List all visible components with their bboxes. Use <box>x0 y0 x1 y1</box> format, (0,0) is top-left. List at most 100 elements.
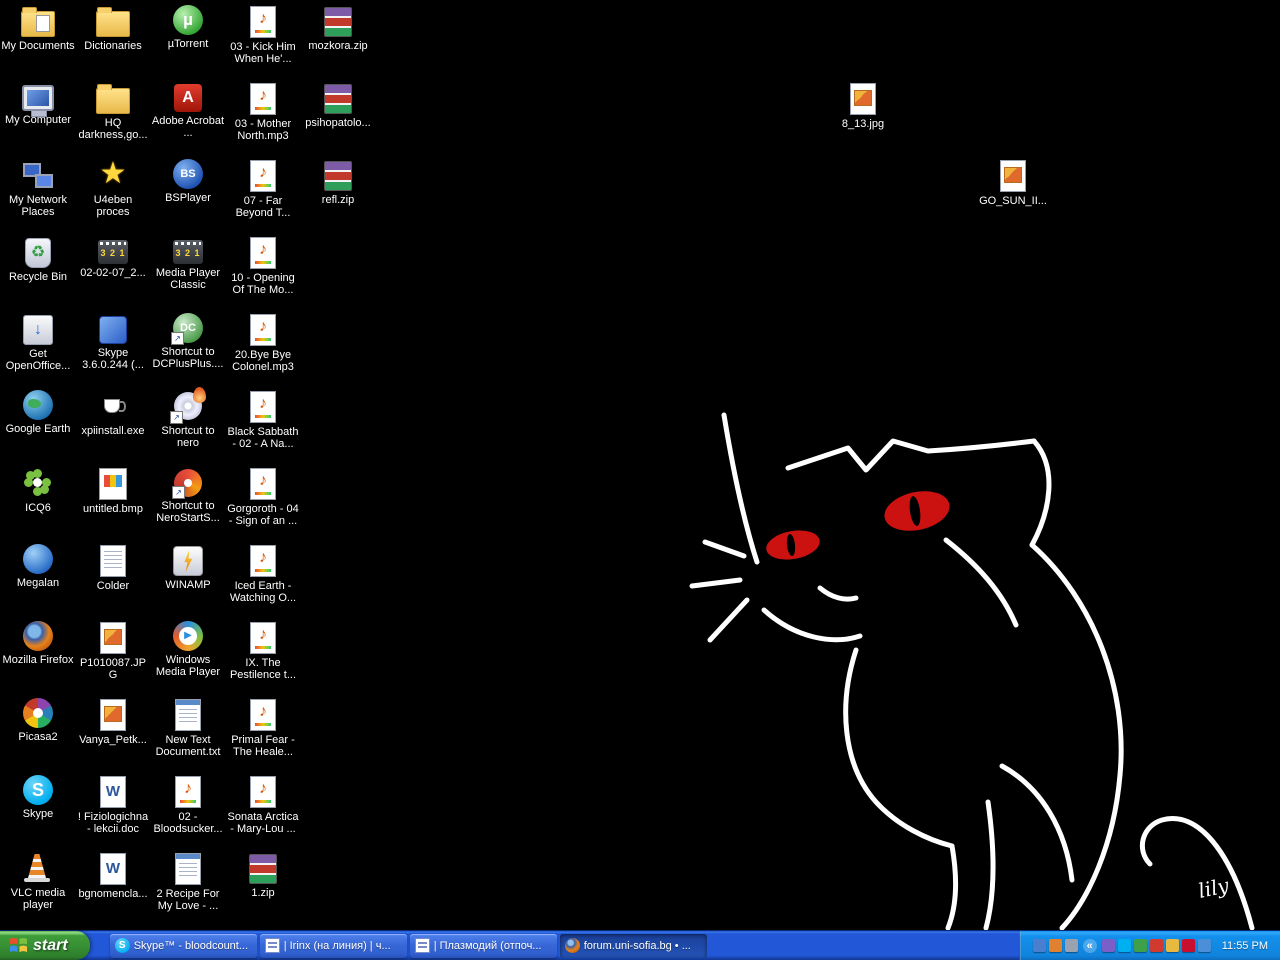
icq-icon <box>22 467 54 499</box>
taskbar-button-irinx[interactable]: | Irinx (на линия) | ч... <box>260 934 407 958</box>
cube-icon <box>99 316 127 344</box>
task-label: forum.uni-sofia.bg • ... <box>584 940 691 952</box>
page-icon <box>415 938 430 953</box>
taskbar-button-item[interactable]: | Плазмодий (отпоч... <box>410 934 557 958</box>
tray-icon-gray-app[interactable] <box>1065 939 1078 952</box>
desktop-icon-torrent[interactable]: µTorrent <box>151 5 225 50</box>
desktop-icon-psihopatolo[interactable]: psihopatolo... <box>301 82 375 129</box>
desktop-icon-skype[interactable]: Skype <box>1 775 75 820</box>
desktop-icon-shortcut-to-dcplusplus[interactable]: ↗Shortcut to DCPlusPlus.... <box>151 313 225 370</box>
desktop-icon-02-bloodsucker[interactable]: 02 - Bloodsucker... <box>151 775 225 835</box>
desktop-icon-8-13-jpg[interactable]: 8_13.jpg <box>826 82 900 130</box>
desktop-icon-p1010087-jpg[interactable]: P1010087.JPG <box>76 621 150 681</box>
desktop-icon-vlc-media-player[interactable]: VLC media player <box>1 852 75 911</box>
taskbar-button-skype-bloodcount[interactable]: Skype™ - bloodcount... <box>110 934 257 958</box>
desktop-icon-new-text-document-txt[interactable]: New Text Document.txt <box>151 698 225 758</box>
desktop-icon-20-bye-bye-colonel-mp3[interactable]: 20.Bye Bye Colonel.mp3 <box>226 313 300 373</box>
tray-icon-orange-app[interactable] <box>1049 939 1062 952</box>
tray-icon-purple-app[interactable] <box>1102 939 1115 952</box>
picasa-icon <box>23 698 53 728</box>
desktop-icon-dictionaries[interactable]: Dictionaries <box>76 5 150 52</box>
vlc-icon <box>22 852 54 884</box>
desktop-icon-go-sun-ii[interactable]: GO_SUN_II... <box>976 159 1050 207</box>
desktop-icon-bgnomencla[interactable]: bgnomencla... <box>76 852 150 900</box>
skype-icon <box>23 775 53 805</box>
desktop-icon-my-network-places[interactable]: My Network Places <box>1 159 75 218</box>
word-icon <box>100 776 126 808</box>
desktop-icon-iced-earth-watching-o[interactable]: Iced Earth - Watching O... <box>226 544 300 604</box>
bsplayer-icon <box>173 159 203 189</box>
desktop-icon-03-mother-north-mp3[interactable]: 03 - Mother North.mp3 <box>226 82 300 142</box>
desktop-icon-untitled-bmp[interactable]: untitled.bmp <box>76 467 150 515</box>
icon-label: 03 - Kick Him When He'... <box>226 41 300 65</box>
tray-icon-red-app[interactable] <box>1150 939 1163 952</box>
tray-icon-yellow-app[interactable] <box>1166 939 1179 952</box>
tray-icon-bp[interactable] <box>1182 939 1195 952</box>
tray-icon-blue-app[interactable] <box>1033 939 1046 952</box>
desktop-icon-windows-media-player[interactable]: Windows Media Player <box>151 621 225 678</box>
desktop-icon-adobe-acrobat[interactable]: Adobe Acrobat ... <box>151 82 225 139</box>
audio-icon <box>250 545 276 577</box>
desktop-icon-winamp[interactable]: WINAMP <box>151 544 225 591</box>
desktop-icon-mozilla-firefox[interactable]: Mozilla Firefox <box>1 621 75 666</box>
java-icon <box>97 390 129 422</box>
image-icon <box>100 699 126 731</box>
taskbar-button-forum-uni-sofia-bg[interactable]: forum.uni-sofia.bg • ... <box>560 934 707 958</box>
desktop-icon-my-computer[interactable]: My Computer <box>1 82 75 126</box>
desktop-icon-media-player-classic[interactable]: Media Player Classic <box>151 236 225 291</box>
tray-icon-green-app[interactable] <box>1134 939 1147 952</box>
desktop-icon-bsplayer[interactable]: BSPlayer <box>151 159 225 204</box>
notepad-icon <box>175 853 201 885</box>
desktop-icon-recycle-bin[interactable]: Recycle Bin <box>1 236 75 283</box>
desktop-icon-hq-darkness-go[interactable]: HQ darkness,go... <box>76 82 150 141</box>
icon-label: Iced Earth - Watching O... <box>226 580 300 604</box>
icon-label: µTorrent <box>151 38 225 50</box>
desktop-icon-02-02-07-2[interactable]: 02-02-07_2... <box>76 236 150 279</box>
desktop-icon-03-kick-him-when-he[interactable]: 03 - Kick Him When He'... <box>226 5 300 65</box>
desktop-icon-gorgoroth-04-sign-of-an[interactable]: Gorgoroth - 04 - Sign of an ... <box>226 467 300 527</box>
icon-label: ! Fiziologichna - lekcii.doc <box>76 811 150 835</box>
icon-label: Media Player Classic <box>151 267 225 291</box>
system-tray: « 11:55 PM <box>1019 931 1280 960</box>
desktop-icon-get-openoffice[interactable]: Get OpenOffice... <box>1 313 75 372</box>
desktop-icon-vanya-petk[interactable]: Vanya_Petk... <box>76 698 150 746</box>
desktop-icon-mozkora-zip[interactable]: mozkora.zip <box>301 5 375 52</box>
icon-label: Skype 3.6.0.244 (... <box>76 347 150 371</box>
icon-label: GO_SUN_II... <box>976 195 1050 207</box>
image-icon <box>850 83 876 115</box>
desktop-icon-xpiinstall-exe[interactable]: xpiinstall.exe <box>76 390 150 437</box>
tray-icon-skype[interactable] <box>1118 939 1131 952</box>
desktop-icon-u4eben-proces[interactable]: U4eben proces <box>76 159 150 218</box>
desktop-icon-10-opening-of-the-mo[interactable]: 10 - Opening Of The Mo... <box>226 236 300 296</box>
desktop-icon-megalan[interactable]: Megalan <box>1 544 75 589</box>
tray-icon-blue2-app[interactable] <box>1198 939 1211 952</box>
audio-icon <box>250 83 276 115</box>
desktop-icon-07-far-beyond-t[interactable]: 07 - Far Beyond T... <box>226 159 300 219</box>
desktop-icon-sonata-arctica-mary-lou[interactable]: Sonata Arctica - Mary-Lou ... <box>226 775 300 835</box>
icon-label: 20.Bye Bye Colonel.mp3 <box>226 349 300 373</box>
taskbar: start Skype™ - bloodcount...| Irinx (на … <box>0 930 1280 960</box>
desktop-icon-colder[interactable]: Colder <box>76 544 150 592</box>
desktop-icon-shortcut-to-nero[interactable]: ↗Shortcut to nero <box>151 390 225 449</box>
start-button[interactable]: start <box>0 931 90 960</box>
icon-label: 03 - Mother North.mp3 <box>226 118 300 142</box>
page-icon <box>265 938 280 953</box>
desktop-icon-skype-3-6-0-244[interactable]: Skype 3.6.0.244 (... <box>76 313 150 371</box>
tray-chevron-button[interactable]: « <box>1083 939 1097 953</box>
desktop-icon-primal-fear-the-heale[interactable]: Primal Fear - The Heale... <box>226 698 300 758</box>
desktop-icon-shortcut-to-nerostarts[interactable]: ↗Shortcut to NeroStartS... <box>151 467 225 524</box>
desktop-icon-my-documents[interactable]: My Documents <box>1 5 75 52</box>
desktop-icon-icq6[interactable]: ICQ6 <box>1 467 75 514</box>
desktop[interactable]: lily My DocumentsMy ComputerMy Network P… <box>0 0 1280 930</box>
desktop-icon-black-sabbath-02-a-na[interactable]: Black Sabbath - 02 - A Na... <box>226 390 300 450</box>
desktop-icon-2-recipe-for-my-love[interactable]: 2 Recipe For My Love - ... <box>151 852 225 912</box>
icon-label: Shortcut to nero <box>151 425 225 449</box>
desktop-icon-picasa2[interactable]: Picasa2 <box>1 698 75 743</box>
desktop-icon-fiziologichna-lekcii-doc[interactable]: ! Fiziologichna - lekcii.doc <box>76 775 150 835</box>
desktop-icon-ix-the-pestilence-t[interactable]: IX. The Pestilence t... <box>226 621 300 681</box>
winamp-icon <box>173 546 203 576</box>
desktop-icon-google-earth[interactable]: Google Earth <box>1 390 75 435</box>
rar-icon <box>249 854 277 884</box>
desktop-icon-refl-zip[interactable]: refl.zip <box>301 159 375 206</box>
desktop-icon-1-zip[interactable]: 1.zip <box>226 852 300 899</box>
